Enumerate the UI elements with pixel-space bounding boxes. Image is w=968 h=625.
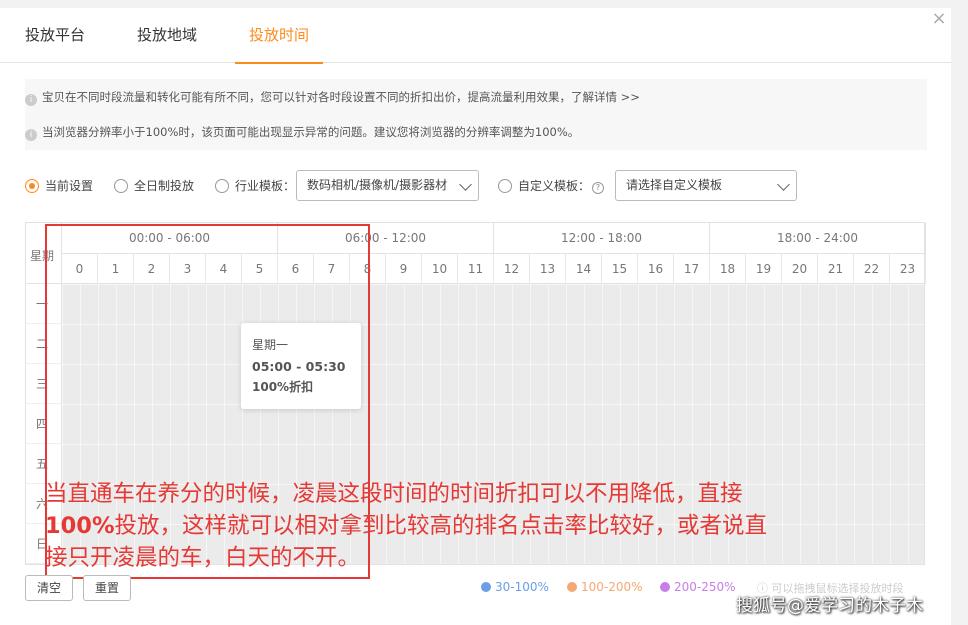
clear-button[interactable]: 清空 <box>25 575 73 601</box>
info-icon: i <box>25 129 37 141</box>
notice-line-2: i 当浏览器分辨率小于100%时，该页面可能出现显示异常的问题。建议您将浏览器的分… <box>25 124 579 141</box>
template-options: 当前设置 全日制投放 行业模板： 数码相机/摄像机/摄影器材 自定义模板：? 请… <box>25 170 925 202</box>
industry-template-select[interactable]: 数码相机/摄像机/摄影器材 <box>296 170 479 201</box>
radio-allday[interactable]: 全日制投放 <box>114 177 194 194</box>
caption-line-3: 接只开凌晨的车，白天的不开。 <box>45 545 361 571</box>
caption-line-2: 100%投放，这样就可以相对拿到比较高的排名点击率比较好，或者说直 <box>45 513 768 539</box>
hour-header[interactable]: 21 <box>818 254 854 284</box>
legend-item-1: 30-100% <box>481 580 549 594</box>
radio-icon <box>114 179 128 193</box>
legend-dot <box>660 582 670 592</box>
hour-header[interactable]: 18 <box>710 254 746 284</box>
reset-button[interactable]: 重置 <box>83 575 131 601</box>
tab-bar: 投放平台 投放地域 投放时间 <box>0 8 951 64</box>
legend-dot <box>481 582 491 592</box>
tab-time[interactable]: 投放时间 <box>234 8 324 64</box>
hour-header[interactable]: 9 <box>386 254 422 284</box>
radio-icon <box>215 179 229 193</box>
notice-text-1: 宝贝在不同时段流量和转化可能有所不同，您可以针对各时段设置不同的折扣出价，提高流… <box>42 90 640 104</box>
tab-platform[interactable]: 投放平台 <box>25 8 85 63</box>
hour-header[interactable]: 22 <box>854 254 890 284</box>
hour-header[interactable]: 16 <box>638 254 674 284</box>
hour-header[interactable]: 13 <box>530 254 566 284</box>
hour-header[interactable]: 20 <box>782 254 818 284</box>
radio-industry[interactable]: 行业模板： <box>215 177 295 194</box>
chevron-down-icon <box>459 178 472 191</box>
annotation-caption: 当直通车在养分的时候，凌晨这段时间的时间折扣可以不用降低，直接 100%投放，这… <box>45 478 965 574</box>
hour-header[interactable]: 14 <box>566 254 602 284</box>
radio-checked-icon <box>25 179 39 193</box>
hour-header[interactable]: 19 <box>746 254 782 284</box>
chevron-down-icon <box>777 178 790 191</box>
notice-line-1: i 宝贝在不同时段流量和转化可能有所不同，您可以针对各时段设置不同的折扣出价，提高… <box>25 89 640 106</box>
radio-icon <box>498 179 512 193</box>
custom-template-select[interactable]: 请选择自定义模板 <box>615 170 797 201</box>
hour-header[interactable]: 10 <box>422 254 458 284</box>
legend-item-2: 100-200% <box>567 580 643 594</box>
info-icon: i <box>25 94 37 106</box>
hour-header[interactable]: 23 <box>890 254 926 284</box>
legend-dot <box>567 582 577 592</box>
time-range-header: 12:00 - 18:00 <box>494 223 710 254</box>
notice-text-2: 当浏览器分辨率小于100%时，该页面可能出现显示异常的问题。建议您将浏览器的分辨… <box>42 125 580 139</box>
caption-highlight: 100% <box>45 513 115 539</box>
help-icon[interactable]: ? <box>592 182 605 194</box>
hour-header[interactable]: 15 <box>602 254 638 284</box>
caption-line-1: 当直通车在养分的时候，凌晨这段时间的时间折扣可以不用降低，直接 <box>45 481 743 507</box>
radio-custom[interactable]: 自定义模板：? <box>498 177 605 194</box>
tab-region[interactable]: 投放地域 <box>137 8 197 63</box>
hour-header[interactable]: 11 <box>458 254 494 284</box>
legend-item-3: 200-250% <box>660 580 736 594</box>
hour-header[interactable]: 17 <box>674 254 710 284</box>
time-range-header: 18:00 - 24:00 <box>710 223 926 254</box>
radio-current-setting[interactable]: 当前设置 <box>25 177 93 194</box>
watermark: 搜狐号@爱学习的木子木 <box>736 596 923 616</box>
hour-header[interactable]: 12 <box>494 254 530 284</box>
